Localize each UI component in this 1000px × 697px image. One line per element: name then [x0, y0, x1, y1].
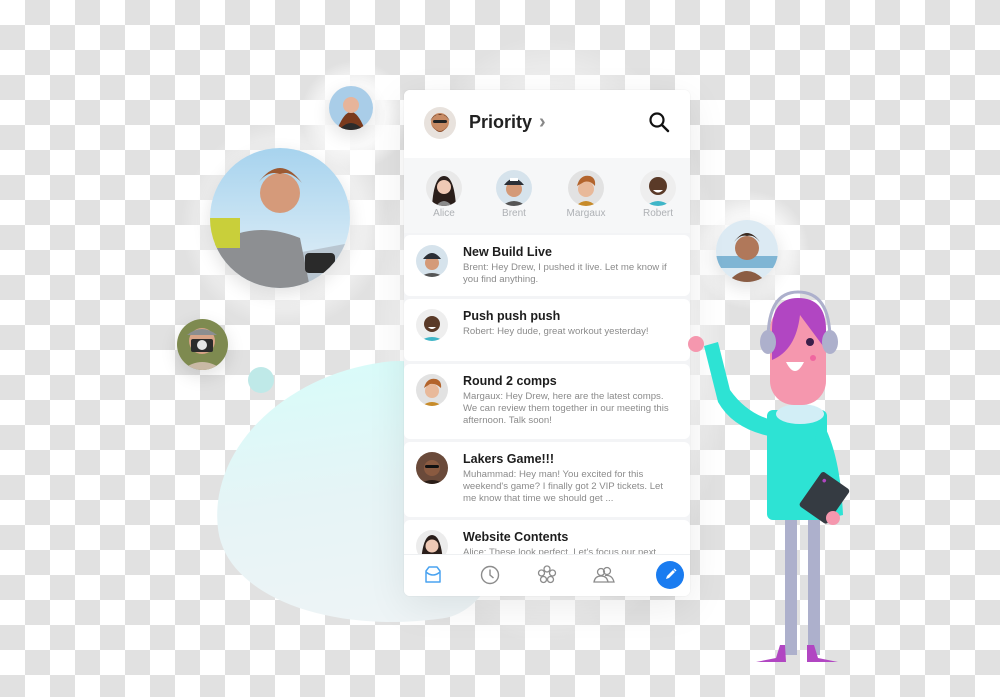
character-leg: [785, 505, 797, 655]
message-item[interactable]: Round 2 comps Margaux: Hey Drew, here ar…: [404, 364, 690, 439]
contact-name: Robert: [642, 208, 673, 219]
mail-app-panel: Priority › Alice Brent Margaux Robert Ne…: [404, 90, 690, 596]
contact-name: Margaux: [566, 208, 606, 219]
mailbox-title[interactable]: Priority: [469, 112, 532, 133]
chevron-right-icon[interactable]: ›: [539, 111, 546, 134]
message-subject: New Build Live: [463, 245, 552, 259]
avatar: [426, 170, 462, 206]
floating-avatar-woman: [329, 86, 373, 130]
floating-avatar-hiker: [210, 148, 350, 288]
contact-alice[interactable]: Alice: [414, 170, 474, 219]
avatar: [416, 452, 448, 484]
message-subject: Website Contents: [463, 530, 569, 544]
flower-icon[interactable]: [535, 563, 559, 587]
app-header: Priority ›: [404, 90, 690, 158]
message-subject: Push push push: [463, 309, 561, 323]
avatar: [496, 170, 532, 206]
clock-icon[interactable]: [478, 563, 502, 587]
avatar: [568, 170, 604, 206]
avatar: [640, 170, 676, 206]
contact-robert[interactable]: Robert: [628, 170, 688, 219]
contact-brent[interactable]: Brent: [484, 170, 544, 219]
floating-avatar-photographer: [177, 319, 228, 370]
inbox-icon[interactable]: [421, 563, 445, 587]
decorative-dot: [248, 367, 274, 393]
user-avatar[interactable]: [424, 107, 456, 139]
character-illustration: [680, 290, 850, 670]
message-preview: Muhammad: Hey man! You excited for this …: [463, 469, 664, 504]
avatar: [416, 374, 448, 406]
message-subject: Round 2 comps: [463, 374, 557, 388]
message-preview: Robert: Hey dude, great workout yesterda…: [463, 326, 649, 337]
contact-name: Alice: [433, 208, 455, 219]
bottom-tab-bar: [404, 554, 690, 596]
message-item[interactable]: Push push push Robert: Hey dude, great w…: [404, 299, 690, 361]
character-leg: [808, 505, 820, 655]
contact-margaux[interactable]: Margaux: [556, 170, 616, 219]
message-item[interactable]: Website Contents Alice: These look perfe…: [404, 520, 690, 555]
contact-name: Brent: [502, 208, 526, 219]
avatar: [416, 530, 448, 555]
search-icon[interactable]: [648, 111, 670, 133]
floating-avatar-man-beach: [716, 220, 778, 282]
priority-contacts-row: Alice Brent Margaux Robert: [404, 158, 690, 233]
message-list: New Build Live Brent: Hey Drew, I pushed…: [404, 233, 690, 555]
message-preview: Margaux: Hey Drew, here are the latest c…: [463, 391, 669, 426]
message-item[interactable]: Lakers Game!!! Muhammad: Hey man! You ex…: [404, 442, 690, 517]
message-subject: Lakers Game!!!: [463, 452, 555, 466]
avatar: [416, 309, 448, 341]
avatar: [416, 245, 448, 277]
message-item[interactable]: New Build Live Brent: Hey Drew, I pushed…: [404, 235, 690, 296]
people-icon[interactable]: [592, 563, 616, 587]
message-preview: Brent: Hey Drew, I pushed it live. Let m…: [463, 262, 667, 285]
